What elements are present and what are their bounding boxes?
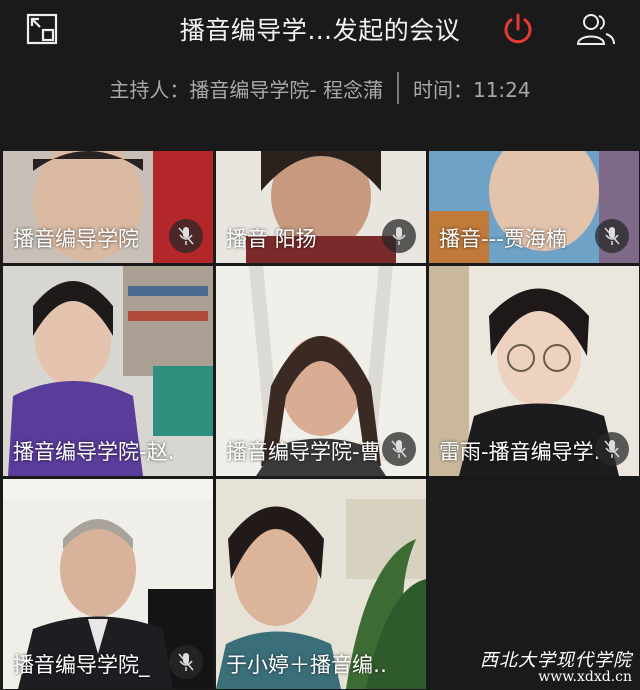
video-tile[interactable]: 雷雨-播音编导学… bbox=[429, 266, 639, 476]
participant-name: 播音编导学院-赵… bbox=[13, 440, 173, 464]
mic-muted-icon bbox=[595, 432, 629, 466]
watermark-title: 西北大学现代学院 bbox=[480, 650, 632, 671]
mic-muted-icon bbox=[382, 432, 416, 466]
participant-name: 播音编导学院-曹… bbox=[226, 440, 386, 464]
video-grid: 播音编导学院 播音 阳扬 播音---贾海楠 播音编导学院-赵… 播音编导学院-曹… bbox=[3, 151, 639, 690]
video-tile[interactable]: 播音编导学院_ bbox=[3, 479, 213, 689]
top-bar: 播音编导学…发起的会议 bbox=[0, 0, 640, 58]
participant-name: 播音 阳扬 bbox=[226, 227, 317, 251]
power-icon[interactable] bbox=[498, 9, 538, 49]
participant-name: 播音编导学院 bbox=[13, 227, 139, 251]
meeting-info-bar: 主持人：播音编导学院- 程念蒲 时间：11:24 bbox=[0, 66, 640, 110]
participant-name: 播音---贾海楠 bbox=[439, 227, 567, 251]
participants-icon[interactable] bbox=[576, 9, 616, 49]
mic-muted-icon bbox=[595, 219, 629, 253]
participant-name: 播音编导学院_ bbox=[13, 653, 150, 677]
exit-fullscreen-icon[interactable] bbox=[22, 9, 62, 49]
video-tile[interactable]: 播音编导学院-赵… bbox=[3, 266, 213, 476]
mic-icon bbox=[382, 219, 416, 253]
video-tile[interactable]: 播音 阳扬 bbox=[216, 151, 426, 263]
mic-muted-icon bbox=[169, 645, 203, 679]
video-tile[interactable]: 于小婷＋播音编… bbox=[216, 479, 426, 689]
time-label: 时间：11:24 bbox=[412, 77, 531, 102]
watermark: 西北大学现代学院 www.xdxd.cn bbox=[480, 652, 632, 686]
video-tile[interactable]: 播音---贾海楠 bbox=[429, 151, 639, 263]
participant-name: 于小婷＋播音编… bbox=[226, 653, 386, 677]
video-tile[interactable]: 播音编导学院 bbox=[3, 151, 213, 263]
mic-muted-icon bbox=[169, 219, 203, 253]
video-tile[interactable]: 播音编导学院-曹… bbox=[216, 266, 426, 476]
host-label: 主持人：播音编导学院- 程念蒲 bbox=[109, 77, 383, 102]
participant-name: 雷雨-播音编导学… bbox=[439, 440, 599, 464]
meeting-title: 播音编导学…发起的会议 bbox=[179, 16, 461, 45]
divider bbox=[396, 72, 399, 104]
watermark-url: www.xdxd.cn bbox=[538, 669, 632, 685]
